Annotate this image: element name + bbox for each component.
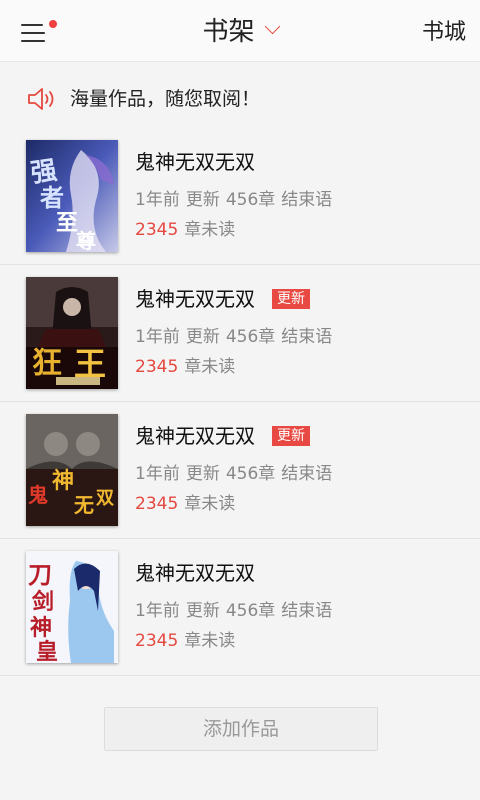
notice-bar: 海量作品，随您取阅！ bbox=[0, 63, 480, 135]
chapter-count: 456章 bbox=[225, 464, 276, 484]
chapter-count: 456章 bbox=[225, 190, 276, 210]
last-chapter: 结束语 bbox=[281, 464, 333, 484]
book-title: 鬼神无双无双 bbox=[135, 287, 255, 311]
add-book-button[interactable]: 添加作品 bbox=[104, 707, 378, 751]
update-time: 1年前 bbox=[135, 190, 180, 210]
unread-count: 2345 bbox=[135, 357, 179, 377]
bookstore-link[interactable]: 书城 bbox=[422, 18, 466, 48]
book-list: 强 者 至 尊 鬼神无双无双 1年前 更新 456章 结束语 2345 章未读 狂 bbox=[0, 128, 480, 676]
book-meta: 1年前 更新 456章 结束语 bbox=[135, 462, 332, 486]
book-cover[interactable]: 鬼 神 无 双 bbox=[26, 414, 118, 526]
chevron-down-icon bbox=[264, 18, 280, 34]
unread-count: 2345 bbox=[135, 220, 179, 240]
speaker-icon bbox=[28, 88, 54, 110]
book-cover[interactable]: 狂 王 bbox=[26, 277, 118, 389]
unread-count: 2345 bbox=[135, 494, 179, 514]
update-badge: 更新 bbox=[272, 426, 310, 446]
book-meta: 1年前 更新 456章 结束语 bbox=[135, 325, 332, 349]
svg-text:狂: 狂 bbox=[32, 346, 62, 381]
svg-text:剑: 剑 bbox=[31, 589, 54, 615]
svg-text:神: 神 bbox=[52, 468, 74, 494]
chapter-count: 456章 bbox=[225, 327, 276, 347]
book-meta: 1年前 更新 456章 结束语 bbox=[135, 599, 332, 623]
last-chapter: 结束语 bbox=[281, 190, 333, 210]
update-time: 1年前 bbox=[135, 327, 180, 347]
last-chapter: 结束语 bbox=[281, 601, 333, 621]
unread-label: 章未读 bbox=[184, 631, 236, 651]
last-chapter: 结束语 bbox=[281, 327, 333, 347]
unread-info: 2345 章未读 bbox=[135, 355, 235, 379]
update-label: 更新 bbox=[185, 327, 220, 347]
book-row[interactable]: 强 者 至 尊 鬼神无双无双 1年前 更新 456章 结束语 2345 章未读 bbox=[0, 128, 480, 265]
book-row[interactable]: 鬼 神 无 双 鬼神无双无双 更新 1年前 更新 456章 结束语 2345 章未读 bbox=[0, 402, 480, 539]
unread-count: 2345 bbox=[135, 631, 179, 651]
svg-text:至: 至 bbox=[56, 210, 78, 236]
update-label: 更新 bbox=[185, 190, 220, 210]
unread-label: 章未读 bbox=[184, 357, 236, 377]
top-bar: 书架 书城 bbox=[0, 0, 480, 62]
update-label: 更新 bbox=[185, 464, 220, 484]
unread-info: 2345 章未读 bbox=[135, 218, 235, 242]
bookshelf-title-dropdown[interactable]: 书架 bbox=[0, 14, 480, 50]
svg-text:神: 神 bbox=[30, 615, 52, 641]
svg-text:鬼: 鬼 bbox=[28, 483, 48, 507]
unread-info: 2345 章未读 bbox=[135, 492, 235, 516]
svg-text:刀: 刀 bbox=[28, 560, 52, 589]
book-row[interactable]: 刀 剑 神 皇 鬼神无双无双 1年前 更新 456章 结束语 2345 章未读 bbox=[0, 539, 480, 676]
svg-text:双: 双 bbox=[96, 488, 114, 509]
update-label: 更新 bbox=[185, 601, 220, 621]
unread-label: 章未读 bbox=[184, 494, 236, 514]
book-title: 鬼神无双无双 bbox=[135, 561, 255, 585]
chapter-count: 456章 bbox=[225, 601, 276, 621]
unread-info: 2345 章未读 bbox=[135, 629, 235, 653]
book-meta: 1年前 更新 456章 结束语 bbox=[135, 188, 332, 212]
unread-label: 章未读 bbox=[184, 220, 236, 240]
page-title: 书架 bbox=[202, 17, 255, 47]
svg-text:尊: 尊 bbox=[76, 229, 96, 252]
update-time: 1年前 bbox=[135, 464, 180, 484]
svg-text:者: 者 bbox=[40, 183, 64, 212]
update-badge: 更新 bbox=[272, 289, 310, 309]
book-title: 鬼神无双无双 bbox=[135, 150, 255, 174]
svg-text:皇: 皇 bbox=[36, 639, 58, 663]
update-time: 1年前 bbox=[135, 601, 180, 621]
book-title: 鬼神无双无双 bbox=[135, 424, 255, 448]
book-cover[interactable]: 刀 剑 神 皇 bbox=[26, 551, 118, 663]
book-cover[interactable]: 强 者 至 尊 bbox=[26, 140, 118, 252]
svg-text:无: 无 bbox=[74, 493, 94, 517]
notice-text: 海量作品，随您取阅！ bbox=[70, 88, 261, 110]
book-row[interactable]: 狂 王 鬼神无双无双 更新 1年前 更新 456章 结束语 2345 章未读 bbox=[0, 265, 480, 402]
